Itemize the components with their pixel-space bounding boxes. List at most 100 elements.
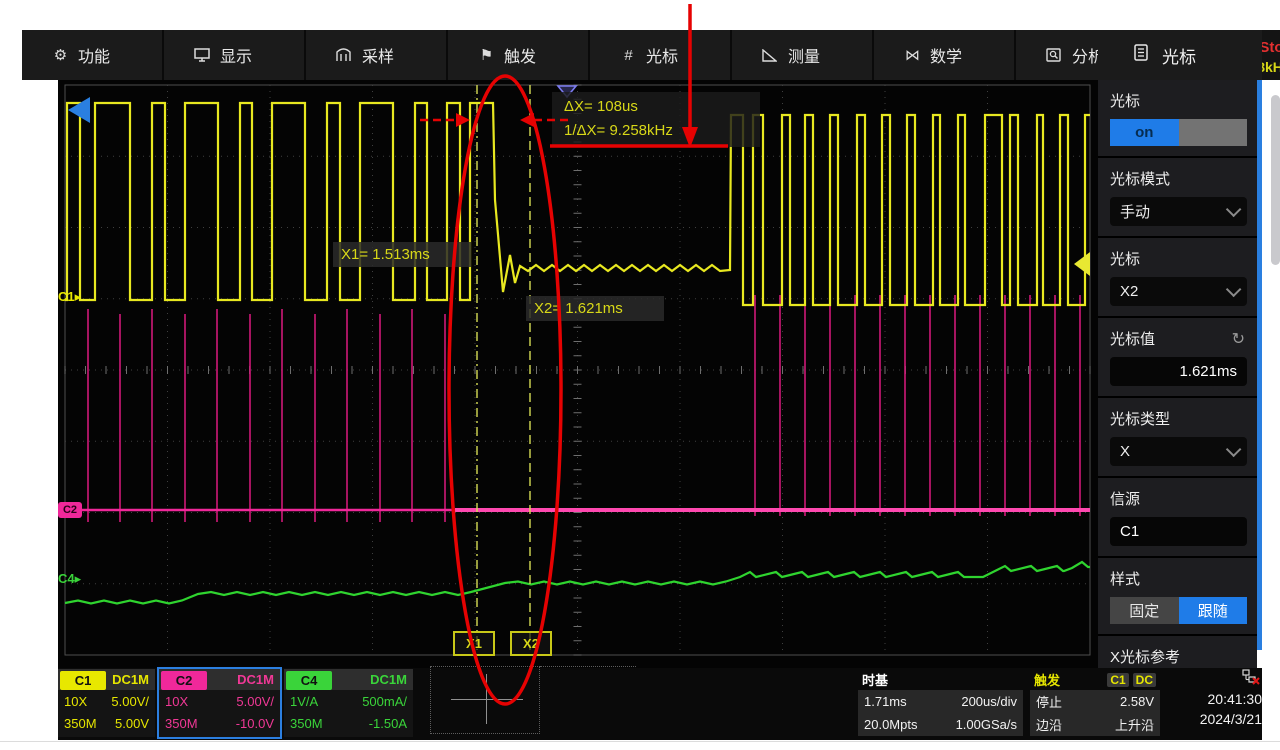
menu-item-display[interactable]: 显示: [164, 30, 306, 80]
c2-bandwidth: 350M: [165, 716, 198, 731]
cursor-off-option[interactable]: [1179, 119, 1248, 146]
c1-coupling: DC1M: [112, 672, 149, 687]
trigger-slope: 上升沿: [1115, 715, 1154, 734]
clock-date: 2024/3/21: [1165, 711, 1262, 727]
gear-icon: ⚙: [52, 46, 69, 64]
c2-channel-marker[interactable]: C2: [58, 502, 82, 518]
timebase-title: 时基: [862, 670, 888, 689]
c2-atten: 10X: [165, 694, 188, 709]
timebase-scale: 200us/div: [961, 694, 1017, 709]
menu-label: 光标: [646, 43, 678, 67]
c2-offset: -10.0V: [236, 716, 274, 731]
right-arrow-icon: ▸: [75, 289, 82, 304]
c1-descriptor-box[interactable]: C1DC1M 10X5.00V/ 350M5.00V: [58, 669, 155, 737]
style-label: 样式: [1110, 568, 1140, 589]
trigger-coupling: DC: [1133, 673, 1156, 687]
dotted-track: [540, 666, 636, 667]
trigger-level-marker[interactable]: [1074, 252, 1090, 276]
cursor-select-section: 光标 X2: [1098, 238, 1257, 318]
waveform-display[interactable]: ΔX= 108us 1/ΔX= 9.258kHz X1= 1.513ms X2=…: [58, 80, 1098, 668]
c4-offset: -1.50A: [369, 716, 407, 731]
c2-descriptor-box[interactable]: C2 DC1M 10X 5.00V/ 350M -10.0V: [157, 667, 282, 739]
menu-label: 触发: [504, 43, 536, 67]
clipboard-icon: [1134, 44, 1148, 66]
c4-tab[interactable]: C4: [286, 671, 332, 690]
analyze-icon: [1046, 48, 1063, 62]
cursor-panel-header: 光标: [1098, 30, 1262, 80]
panel-title: 光标: [1162, 43, 1196, 68]
c1-bandwidth: 350M: [64, 716, 97, 731]
cursor-mode-label: 光标模式: [1110, 168, 1170, 189]
c1-tab[interactable]: C1: [60, 671, 106, 690]
acquisition-state[interactable]: Stop: [1259, 39, 1280, 56]
preview-crosshair-v: [486, 674, 487, 724]
page-scrollbar-thumb[interactable]: [1271, 95, 1280, 265]
cursor-select-dropdown[interactable]: X2: [1110, 277, 1247, 306]
menu-item-trigger[interactable]: ⚑ 触发: [448, 30, 590, 80]
source-label: 信源: [1110, 488, 1140, 509]
x2-readout: X2= 1.621ms: [526, 296, 664, 321]
x-reference-label: X光标参考: [1110, 646, 1180, 667]
c2-tab[interactable]: C2: [161, 671, 207, 690]
trigger-title: 触发: [1034, 670, 1060, 689]
sample-rate: 1.00GSa/s: [956, 717, 1017, 732]
x2-cursor-handle[interactable]: X2: [510, 631, 552, 656]
menu-label: 显示: [220, 43, 252, 67]
menu-item-math[interactable]: ⋈ 数学: [874, 30, 1016, 80]
cursor-type-dropdown[interactable]: X: [1110, 437, 1247, 466]
cursor-enable-label: 光标: [1110, 90, 1140, 111]
menu-bar: ⚙ 功能 显示 采样 ⚑ 触发 # 光标 测量 ⋈ 数学 分析: [22, 30, 1098, 80]
display-icon: [194, 48, 211, 62]
right-arrow-icon: ▸: [75, 571, 82, 586]
menu-label: 测量: [788, 43, 820, 67]
c4-bandwidth: 350M: [290, 716, 323, 731]
c1-channel-marker[interactable]: C1▸: [58, 289, 81, 305]
cursor-select-label: 光标: [1110, 248, 1140, 269]
source-section: 信源 C1: [1098, 478, 1257, 558]
cursor-type-section: 光标类型 X: [1098, 398, 1257, 478]
c4-channel-marker[interactable]: C4▸: [58, 571, 81, 587]
panel-scrollbar[interactable]: [1257, 80, 1262, 650]
waveform-svg: [58, 80, 1098, 668]
trigger-source: C1: [1107, 673, 1128, 687]
x1-cursor-handle[interactable]: X1: [453, 631, 495, 656]
trigger-box[interactable]: 触发 C1 DC 停止2.58V 边沿上升沿: [1030, 669, 1160, 737]
trigger-state: 停止: [1036, 692, 1062, 711]
style-section: 样式 固定 跟随: [1098, 558, 1257, 636]
trigger-level: 2.58V: [1120, 694, 1154, 709]
menu-item-function[interactable]: ⚙ 功能: [22, 30, 164, 80]
menu-item-cursor[interactable]: # 光标: [590, 30, 732, 80]
c4-scale: 500mA/: [362, 694, 407, 709]
menu-item-measure[interactable]: 测量: [732, 30, 874, 80]
cursor-enable-section: 光标 on: [1098, 80, 1257, 158]
menu-item-sampling[interactable]: 采样: [306, 30, 448, 80]
network-disconnected-icon: [1165, 669, 1262, 687]
c2-scale: 5.00V/: [236, 694, 274, 709]
cursor-mode-dropdown[interactable]: 手动: [1110, 197, 1247, 226]
cursor-on-option[interactable]: on: [1110, 119, 1179, 146]
cursor-crosshatch-icon: #: [620, 47, 637, 64]
style-follow-option[interactable]: 跟随: [1179, 597, 1248, 624]
chevron-down-icon: [1226, 282, 1242, 298]
clock-box: 20:41:30 2024/3/21: [1165, 669, 1262, 737]
chevron-down-icon: [1226, 442, 1242, 458]
math-icon: ⋈: [904, 46, 921, 64]
style-fixed-option[interactable]: 固定: [1110, 597, 1179, 624]
c1-offset: 5.00V: [115, 716, 149, 731]
source-field[interactable]: C1: [1110, 517, 1247, 546]
x1-readout: X1= 1.513ms: [333, 242, 471, 267]
preview-crosshair-h: [451, 699, 523, 700]
memory-depth: 20.0Mpts: [864, 717, 917, 732]
cursor-settings-panel: 光标 on 光标模式 手动 光标 X2 光标值 ↻ 1.6: [1098, 80, 1257, 668]
clock-time: 20:41:30: [1165, 691, 1262, 707]
cursor-delta-readout: ΔX= 108us 1/ΔX= 9.258kHz: [552, 92, 760, 147]
c2-coupling: DC1M: [237, 672, 274, 687]
refresh-icon[interactable]: ↻: [1232, 329, 1245, 349]
timebase-delay: 1.71ms: [864, 694, 907, 709]
timebase-box[interactable]: 时基 1.71ms 200us/div 20.0Mpts 1.00GSa/s: [858, 669, 1023, 737]
c4-descriptor-box[interactable]: C4DC1M 1V/A500mA/ 350M-1.50A: [284, 669, 413, 737]
cursor-value-field[interactable]: 1.621ms: [1110, 357, 1247, 386]
sampling-icon: [336, 48, 353, 62]
zoom-preview-box: [430, 666, 540, 734]
chevron-down-icon: [1226, 202, 1242, 218]
